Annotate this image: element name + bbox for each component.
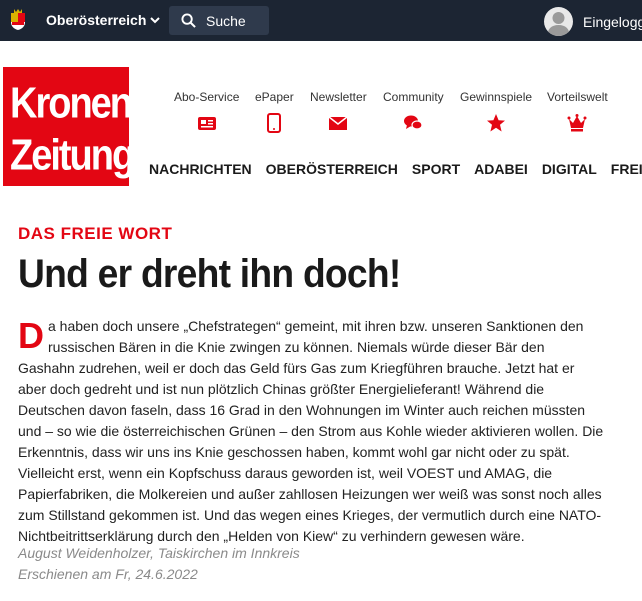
service-label: ePaper xyxy=(255,90,294,104)
nav-item-adabei[interactable]: ADABEI xyxy=(474,161,528,177)
service-newsletter[interactable]: Newsletter xyxy=(310,90,367,133)
service-vorteilswelt[interactable]: Vorteilswelt xyxy=(547,90,608,133)
search-label: Suche xyxy=(206,12,246,29)
coat-of-arms-icon[interactable] xyxy=(10,9,26,31)
article-headline: Und er dreht ihn doch! xyxy=(18,252,401,296)
top-bar: Oberösterreich Suche Eingeloggt xyxy=(0,0,642,41)
mail-icon xyxy=(328,116,348,130)
nav-item-digital[interactable]: DIGITAL xyxy=(542,161,597,177)
nav-item-nachrichten[interactable]: NACHRICHTEN xyxy=(149,161,252,177)
avatar xyxy=(544,7,573,36)
chat-icon xyxy=(404,115,423,130)
card-icon xyxy=(197,117,216,130)
logo-line-2: Zeitung xyxy=(10,131,135,180)
article-text: a haben doch unsere „Chefstrategen“ geme… xyxy=(18,318,604,544)
service-abo[interactable]: Abo-Service xyxy=(174,90,239,133)
article-body: D a haben doch unsere „Chefstrategen“ ge… xyxy=(18,316,604,547)
star-icon xyxy=(487,114,506,132)
user-icon xyxy=(547,12,570,36)
main-nav: NACHRICHTEN OBERÖSTERREICH SPORT ADABEI … xyxy=(149,161,642,177)
service-label: Vorteilswelt xyxy=(547,90,608,104)
region-label: Oberösterreich xyxy=(46,12,147,28)
tablet-icon xyxy=(267,113,282,133)
nav-item-freizeit[interactable]: FREIZEIT xyxy=(611,161,642,177)
user-label: Eingeloggt xyxy=(583,13,642,30)
search-icon xyxy=(181,13,196,28)
nav-item-oberoesterreich[interactable]: OBERÖSTERREICH xyxy=(266,161,398,177)
service-label: Newsletter xyxy=(310,90,367,104)
search-button[interactable]: Suche xyxy=(169,6,269,35)
service-gewinnspiele[interactable]: Gewinnspiele xyxy=(460,90,532,133)
article-kicker: DAS FREIE WORT xyxy=(18,224,173,243)
service-epaper[interactable]: ePaper xyxy=(255,90,294,133)
chevron-down-icon xyxy=(150,17,161,24)
logo-line-1: Kronen xyxy=(10,79,133,128)
service-label: Gewinnspiele xyxy=(460,90,533,104)
nav-item-sport[interactable]: SPORT xyxy=(412,161,460,177)
crown-icon xyxy=(567,114,587,132)
service-label: Community xyxy=(383,90,444,104)
article-date: Erschienen am Fr, 24.6.2022 xyxy=(18,566,198,582)
service-community[interactable]: Community xyxy=(383,90,444,133)
user-menu[interactable]: Eingeloggt xyxy=(544,7,642,36)
article-dropcap: D xyxy=(18,315,44,356)
article-author: August Weidenholzer, Taiskirchen im Innk… xyxy=(18,545,300,561)
kronen-zeitung-logo[interactable]: Kronen Zeitung xyxy=(3,67,135,186)
service-label: Abo-Service xyxy=(174,90,240,104)
region-selector[interactable]: Oberösterreich xyxy=(46,12,161,28)
